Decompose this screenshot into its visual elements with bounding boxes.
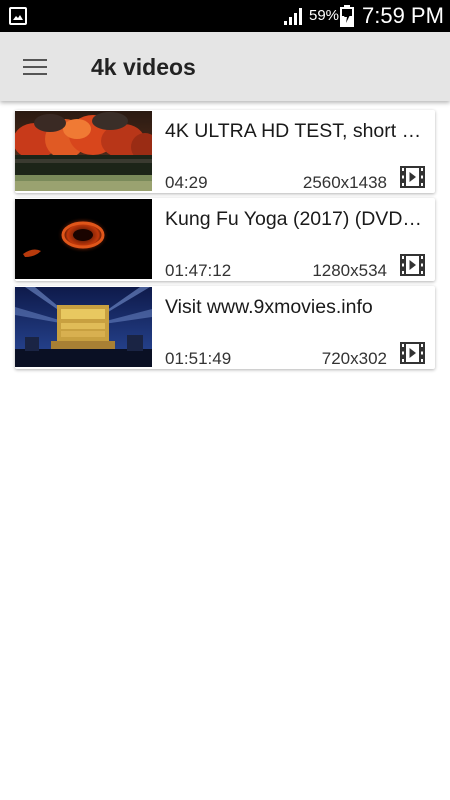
video-thumbnail[interactable] — [15, 111, 152, 191]
film-play-icon[interactable] — [400, 254, 425, 276]
video-resolution: 1280x534 — [312, 261, 387, 280]
video-list-item[interactable]: Visit www.9xmovies.info 01:51:49 720x302 — [15, 286, 435, 369]
battery-charging-icon — [340, 5, 354, 27]
video-title: Kung Fu Yoga (2017) (DVDRip).mkv — [165, 208, 425, 230]
video-title: Visit www.9xmovies.info — [165, 296, 373, 318]
app-toolbar: 4k videos — [0, 32, 450, 101]
video-thumbnail[interactable] — [15, 287, 152, 367]
video-list-item[interactable]: 4K ULTRA HD TEST, short film in 4K, MAX … — [15, 110, 435, 193]
video-list-item[interactable]: Kung Fu Yoga (2017) (DVDRip).mkv 01:47:1… — [15, 198, 435, 281]
clock: 7:59 PM — [362, 3, 444, 28]
battery-percentage: 59% — [309, 7, 340, 24]
video-title: 4K ULTRA HD TEST, short film in 4K, MAX … — [165, 120, 425, 142]
status-bar: 59% 7:59 PM — [0, 0, 450, 32]
page-title: 4k videos — [91, 54, 196, 80]
video-duration: 01:51:49 — [165, 349, 232, 368]
film-play-icon[interactable] — [400, 166, 425, 188]
image-notification-icon — [9, 7, 27, 25]
film-play-icon[interactable] — [400, 342, 425, 364]
video-duration: 01:47:12 — [165, 261, 232, 280]
video-duration: 04:29 — [165, 173, 208, 192]
hamburger-menu-icon[interactable] — [14, 46, 56, 88]
signal-icon — [284, 8, 302, 25]
video-resolution: 2560x1438 — [302, 173, 387, 192]
video-list: 4K ULTRA HD TEST, short film in 4K, MAX … — [15, 110, 435, 374]
video-thumbnail[interactable] — [15, 199, 152, 279]
video-resolution: 720x302 — [321, 349, 387, 368]
